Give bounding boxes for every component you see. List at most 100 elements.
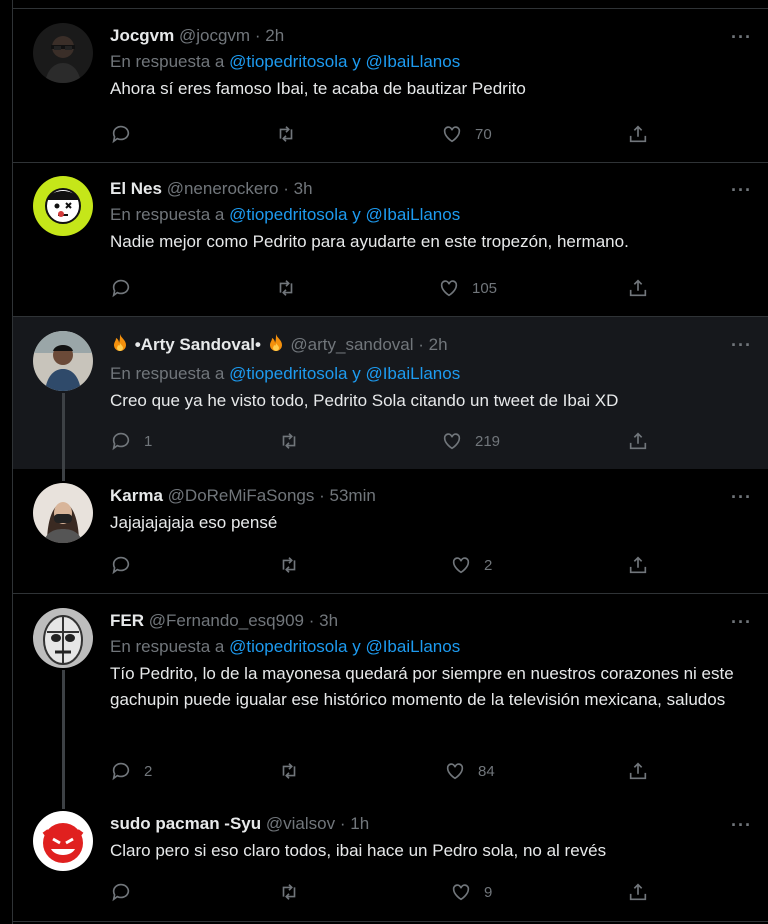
avatar-fernando[interactable] xyxy=(33,608,93,668)
reply-context: En respuesta a @tiopedritosola y @IbaiLl… xyxy=(110,204,748,226)
tweet-header: El Nes @nenerockero · 3h xyxy=(110,178,748,200)
timestamp[interactable]: 3h xyxy=(319,611,338,630)
mention-link[interactable]: @IbaiLlanos xyxy=(365,52,460,71)
heart-icon xyxy=(443,126,461,143)
reply-icon xyxy=(112,125,130,144)
mention-link[interactable]: @IbaiLlanos xyxy=(365,205,460,224)
share-icon xyxy=(629,762,647,780)
mention-link[interactable]: @tiopedritosola xyxy=(229,205,347,224)
mention-link[interactable]: @tiopedritosola xyxy=(229,52,347,71)
share-button[interactable] xyxy=(627,554,649,576)
display-name[interactable]: sudo pacman -Syu xyxy=(110,814,261,833)
timestamp[interactable]: 1h xyxy=(350,814,369,833)
separator-dot: · xyxy=(254,26,261,45)
user-handle[interactable]: @jocgvm xyxy=(179,26,250,45)
mention-link[interactable]: @IbaiLlanos xyxy=(365,364,460,383)
more-options-icon[interactable]: ··· xyxy=(731,487,752,508)
reply-icon xyxy=(112,279,130,298)
like-button[interactable]: 84 xyxy=(444,760,495,782)
reply-prefix: En respuesta a xyxy=(110,364,225,383)
like-button[interactable]: 70 xyxy=(441,123,492,145)
retweet-button[interactable] xyxy=(278,881,312,903)
avatar-nenerockero[interactable] xyxy=(33,176,93,236)
reply-context: En respuesta a @tiopedritosola y @IbaiLl… xyxy=(110,363,748,385)
reply-button[interactable]: 1 xyxy=(110,430,152,452)
heart-icon xyxy=(452,557,470,574)
tweet-vialsov[interactable]: sudo pacman -Syu @vialsov · 1h Claro per… xyxy=(13,797,768,922)
more-options-icon[interactable]: ··· xyxy=(731,335,752,356)
timestamp[interactable]: 53min xyxy=(330,486,376,505)
tweet-actions: 2 84 xyxy=(110,760,670,782)
retweet-icon xyxy=(279,126,293,142)
tweet-nenerockero[interactable]: El Nes @nenerockero · 3h En respuesta a … xyxy=(13,162,768,317)
display-name[interactable]: El Nes xyxy=(110,179,162,198)
like-button[interactable]: 105 xyxy=(438,277,497,299)
thread-connector-line xyxy=(62,469,65,481)
like-count: 84 xyxy=(478,762,495,780)
like-count: 70 xyxy=(475,125,492,143)
like-button[interactable]: 2 xyxy=(450,554,492,576)
user-handle[interactable]: @vialsov xyxy=(266,814,335,833)
retweet-button[interactable] xyxy=(278,554,312,576)
share-button[interactable] xyxy=(627,277,649,299)
timestamp[interactable]: 3h xyxy=(294,179,313,198)
like-button[interactable]: 219 xyxy=(441,430,500,452)
timestamp[interactable]: 2h xyxy=(429,335,448,354)
heart-icon xyxy=(452,884,470,901)
retweet-icon xyxy=(282,763,296,779)
timestamp[interactable]: 2h xyxy=(265,26,284,45)
user-handle[interactable]: @DoReMiFaSongs xyxy=(168,486,315,505)
reply-count: 1 xyxy=(144,432,153,450)
more-options-icon[interactable]: ··· xyxy=(731,612,752,633)
user-handle[interactable]: @Fernando_esq909 xyxy=(149,611,304,630)
like-count: 105 xyxy=(472,279,498,297)
reply-icon xyxy=(112,762,130,781)
reply-button[interactable] xyxy=(110,277,144,299)
more-options-icon[interactable]: ··· xyxy=(731,180,752,201)
display-name[interactable]: Karma xyxy=(110,486,163,505)
tweet-fernando[interactable]: FER @Fernando_esq909 · 3h En respuesta a… xyxy=(13,594,768,797)
heart-icon xyxy=(443,433,461,450)
reply-button[interactable]: 2 xyxy=(110,760,152,782)
avatar-jocgvm[interactable] xyxy=(33,23,93,83)
tweet-text: Ahora sí eres famoso Ibai, te acaba de b… xyxy=(110,79,526,98)
user-handle[interactable]: @arty_sandoval xyxy=(290,335,413,354)
avatar-karma[interactable] xyxy=(33,483,93,543)
share-icon xyxy=(629,556,647,574)
mention-link[interactable]: @tiopedritosola xyxy=(229,364,347,383)
separator-dot: · xyxy=(339,814,346,833)
share-button[interactable] xyxy=(627,881,649,903)
more-options-icon[interactable]: ··· xyxy=(731,815,752,836)
retweet-button[interactable] xyxy=(278,760,312,782)
reply-timeline: Jocgvm @jocgvm · 2h En respuesta a @tiop… xyxy=(0,0,768,924)
user-handle[interactable]: @nenerockero xyxy=(167,179,279,198)
thread-connector-line xyxy=(62,393,65,469)
mention-joiner: y xyxy=(352,364,361,383)
reply-button[interactable] xyxy=(110,123,144,145)
avatar-vialsov[interactable] xyxy=(33,811,93,871)
heart-icon xyxy=(440,280,458,297)
mention-link[interactable]: @tiopedritosola xyxy=(229,637,347,656)
avatar-arty-sandoval[interactable] xyxy=(33,331,93,391)
more-options-icon[interactable]: ··· xyxy=(731,27,752,48)
retweet-button[interactable] xyxy=(278,430,312,452)
like-count: 2 xyxy=(484,556,493,574)
tweet-jocgvm[interactable]: Jocgvm @jocgvm · 2h En respuesta a @tiop… xyxy=(13,8,768,163)
retweet-button[interactable] xyxy=(275,123,309,145)
reply-button[interactable] xyxy=(110,881,144,903)
mention-link[interactable]: @IbaiLlanos xyxy=(365,637,460,656)
display-name[interactable]: Jocgvm xyxy=(110,26,174,45)
retweet-button[interactable] xyxy=(275,277,309,299)
share-button[interactable] xyxy=(627,760,649,782)
tweet-actions: 2 xyxy=(110,554,670,576)
display-name[interactable]: •Arty Sandoval• xyxy=(135,335,261,354)
share-button[interactable] xyxy=(627,430,649,452)
tweet-karma[interactable]: Karma @DoReMiFaSongs · 53min Jajajajajaj… xyxy=(13,469,768,594)
display-name[interactable]: FER xyxy=(110,611,144,630)
reply-button[interactable] xyxy=(110,554,144,576)
tweet-arty-sandoval[interactable]: •Arty Sandoval• @arty_sandoval · 2h En r… xyxy=(13,317,768,469)
reply-context: En respuesta a @tiopedritosola y @IbaiLl… xyxy=(110,636,748,658)
like-button[interactable]: 9 xyxy=(450,881,492,903)
share-button[interactable] xyxy=(627,123,649,145)
separator-dot: · xyxy=(418,335,424,354)
